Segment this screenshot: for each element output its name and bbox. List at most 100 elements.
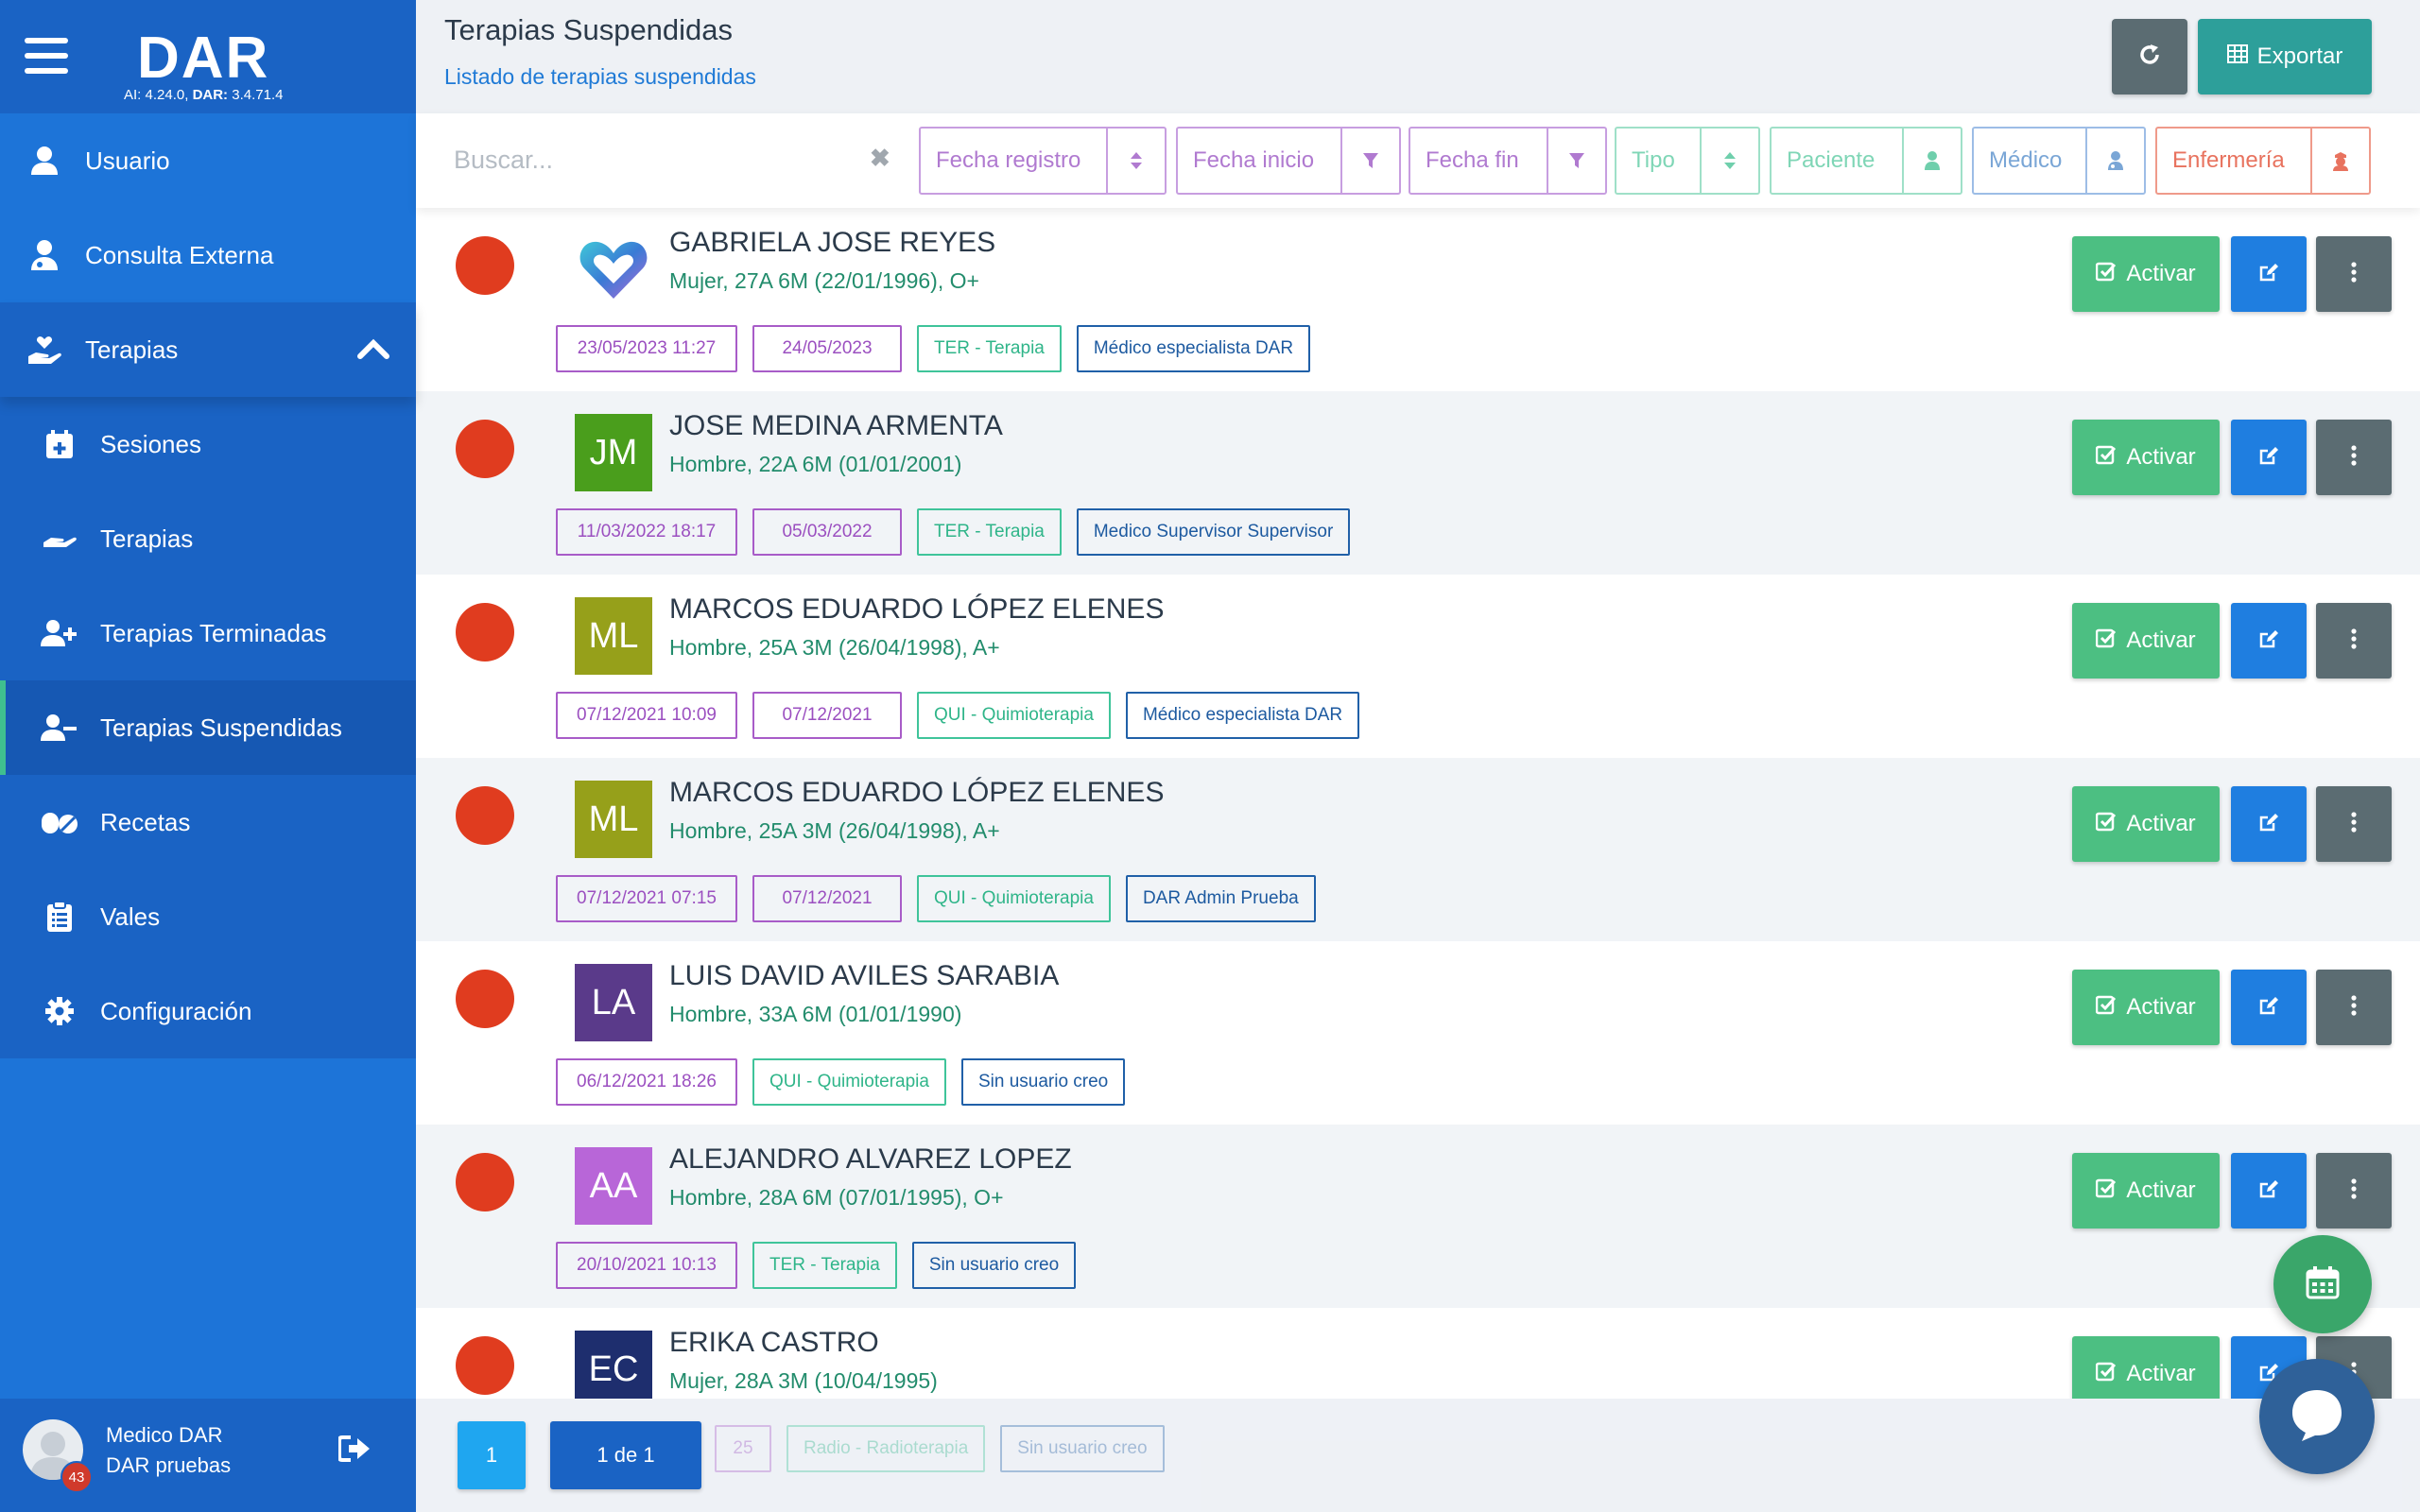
logout-icon[interactable]	[337, 1435, 371, 1468]
tag-tipo: TER - Terapia	[752, 1242, 897, 1289]
activate-button[interactable]: Activar	[2072, 1336, 2220, 1399]
activate-button[interactable]: Activar	[2072, 420, 2220, 495]
patient-icon	[1902, 129, 1961, 193]
sidebar-item-sesiones[interactable]: Sesiones	[0, 397, 416, 491]
edit-button[interactable]	[2231, 1153, 2307, 1228]
patient-info: Mujer, 27A 6M (22/01/1996), O+	[669, 268, 979, 293]
menu-toggle-icon[interactable]	[25, 38, 70, 74]
filter-paciente[interactable]: Paciente	[1770, 127, 1962, 195]
sidebar-item-terapias-suspendidas[interactable]: Terapias Suspendidas	[0, 680, 416, 775]
sidebar-item-label: Terapias	[100, 524, 194, 553]
activate-label: Activar	[2126, 444, 2196, 470]
hand-heart-icon	[23, 328, 66, 371]
tag-registro: 06/12/2021 18:26	[556, 1058, 737, 1106]
edit-button[interactable]	[2231, 786, 2307, 862]
filter-enfermeria[interactable]: Enfermería	[2155, 127, 2371, 195]
calendar-plus-icon	[38, 422, 81, 466]
list-item: JM JOSE MEDINA ARMENTA Hombre, 22A 6M (0…	[416, 391, 2420, 575]
refresh-button[interactable]	[2112, 19, 2187, 94]
sidebar-item-consulta-externa[interactable]: Consulta Externa	[0, 208, 416, 302]
sidebar-item-recetas[interactable]: Recetas	[0, 775, 416, 869]
patient-name[interactable]: ERIKA CASTRO	[669, 1327, 879, 1359]
more-vertical-icon	[2351, 1177, 2357, 1204]
sidebar-item-terapias-group[interactable]: Terapias	[0, 302, 416, 397]
tag-group: 06/12/2021 18:26 QUI - Quimioterapia Sin…	[556, 1058, 1126, 1106]
filter-fecha-registro[interactable]: Fecha registro	[919, 127, 1167, 195]
list-item: EC ERIKA CASTRO Mujer, 28A 3M (10/04/199…	[416, 1308, 2420, 1399]
sidebar-item-label: Terapias	[85, 335, 179, 364]
user-icon	[23, 139, 66, 182]
patient-name[interactable]: MARCOS EDUARDO LÓPEZ ELENES	[669, 777, 1164, 809]
activate-button[interactable]: Activar	[2072, 236, 2220, 312]
patient-info: Hombre, 25A 3M (26/04/1998), A+	[669, 635, 1000, 660]
edit-button[interactable]	[2231, 603, 2307, 679]
check-square-icon	[2096, 444, 2117, 472]
chat-fab-button[interactable]	[2259, 1359, 2375, 1474]
notification-badge[interactable]: 43	[60, 1461, 93, 1493]
edit-icon	[2258, 1178, 2279, 1204]
version-info: AI: 4.24.0, DAR: 3.4.71.4	[124, 87, 284, 103]
tag-medico: Sin usuario creo	[911, 1242, 1077, 1289]
sidebar-item-configuracion[interactable]: Configuración	[0, 964, 416, 1058]
patient-name[interactable]: MARCOS EDUARDO LÓPEZ ELENES	[669, 593, 1164, 626]
chevron-up-icon[interactable]	[357, 336, 389, 366]
patient-avatar-logo	[575, 231, 652, 308]
sidebar-item-usuario[interactable]: Usuario	[0, 113, 416, 208]
clear-search-icon[interactable]: ✖	[870, 144, 890, 173]
activate-label: Activar	[2126, 627, 2196, 653]
user-organization: DAR pruebas	[106, 1453, 232, 1477]
more-options-button[interactable]	[2316, 786, 2392, 862]
status-indicator	[456, 1153, 514, 1211]
calendar-fab-button[interactable]	[2273, 1235, 2372, 1333]
tag-tipo: Radio - Radioterapia	[786, 1425, 986, 1472]
tag-tipo: QUI - Quimioterapia	[917, 875, 1111, 922]
filter-tipo[interactable]: Tipo	[1615, 127, 1760, 195]
search-input[interactable]	[454, 127, 870, 193]
sidebar-item-vales[interactable]: Vales	[0, 869, 416, 964]
export-button[interactable]: Exportar	[2198, 19, 2372, 94]
tag-medico: Médico especialista DAR	[1125, 692, 1360, 739]
page-title: Terapias Suspendidas	[444, 13, 734, 46]
filter-icon	[1340, 129, 1399, 193]
pagination-bar: 25 Radio - Radioterapia Sin usuario creo…	[416, 1399, 2420, 1512]
more-options-button[interactable]	[2316, 236, 2392, 312]
activate-button[interactable]: Activar	[2072, 603, 2220, 679]
check-square-icon	[2096, 811, 2117, 838]
more-options-button[interactable]	[2316, 1153, 2392, 1228]
clipboard-icon	[38, 895, 81, 938]
status-indicator	[456, 970, 514, 1028]
edit-button[interactable]	[2231, 420, 2307, 495]
sidebar-item-terapias-terminadas[interactable]: Terapias Terminadas	[0, 586, 416, 680]
patient-avatar: EC	[575, 1331, 652, 1399]
activate-button[interactable]: Activar	[2072, 970, 2220, 1045]
tag-registro: 20/10/2021 10:13	[556, 1242, 737, 1289]
status-indicator	[456, 1336, 514, 1395]
filter-fecha-inicio[interactable]: Fecha inicio	[1176, 127, 1401, 195]
patient-info: Mujer, 28A 3M (10/04/1995)	[669, 1368, 938, 1393]
tag-group: 20/10/2021 10:13 TER - Terapia Sin usuar…	[556, 1242, 1077, 1289]
activate-button[interactable]: Activar	[2072, 786, 2220, 862]
filter-medico[interactable]: Médico	[1972, 127, 2146, 195]
filter-fecha-fin[interactable]: Fecha fin	[1409, 127, 1607, 195]
more-options-button[interactable]	[2316, 420, 2392, 495]
filter-label: Paciente	[1787, 147, 1876, 173]
patient-name[interactable]: LUIS DAVID AVILES SARABIA	[669, 960, 1059, 992]
patient-name[interactable]: JOSE MEDINA ARMENTA	[669, 410, 1003, 442]
hand-icon	[38, 517, 81, 560]
edit-icon	[2258, 812, 2279, 837]
activate-label: Activar	[2126, 1177, 2196, 1203]
activate-label: Activar	[2126, 1361, 2196, 1386]
patient-name[interactable]: GABRIELA JOSE REYES	[669, 227, 995, 259]
page-number-button[interactable]: 1	[458, 1421, 526, 1489]
activate-button[interactable]: Activar	[2072, 1153, 2220, 1228]
sidebar-item-terapias[interactable]: Terapias	[0, 491, 416, 586]
more-options-button[interactable]	[2316, 603, 2392, 679]
list-item: LA LUIS DAVID AVILES SARABIA Hombre, 33A…	[416, 941, 2420, 1125]
page-summary[interactable]: 1 de 1	[550, 1421, 701, 1489]
tag-registro: 11/03/2022 18:17	[556, 508, 737, 556]
edit-button[interactable]	[2231, 970, 2307, 1045]
more-vertical-icon	[2351, 444, 2357, 471]
patient-name[interactable]: ALEJANDRO ALVAREZ LOPEZ	[669, 1143, 1072, 1176]
more-options-button[interactable]	[2316, 970, 2392, 1045]
edit-button[interactable]	[2231, 236, 2307, 312]
